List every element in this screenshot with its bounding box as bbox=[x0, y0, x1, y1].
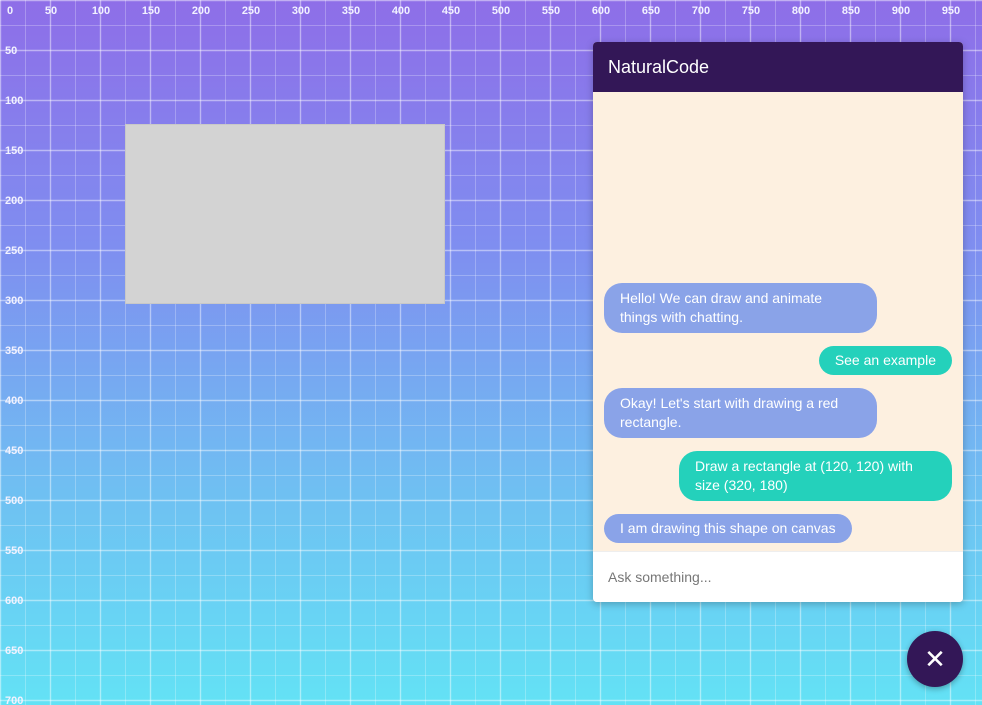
x-axis-tick-label: 0 bbox=[7, 5, 13, 17]
y-axis-tick-label: 550 bbox=[5, 545, 23, 557]
x-axis-tick-label: 200 bbox=[192, 5, 210, 17]
x-axis-tick-label: 800 bbox=[792, 5, 810, 17]
y-axis-tick-label: 100 bbox=[5, 95, 23, 107]
x-axis-tick-label: 500 bbox=[492, 5, 510, 17]
y-axis-tick-label: 600 bbox=[5, 595, 23, 607]
y-axis-tick-label: 150 bbox=[5, 145, 23, 157]
user-message: See an example bbox=[818, 346, 952, 375]
y-axis-tick-label: 200 bbox=[5, 195, 23, 207]
x-axis-tick-label: 300 bbox=[292, 5, 310, 17]
x-axis-tick-label: 950 bbox=[942, 5, 960, 17]
bot-message: I am drawing this shape on canvas bbox=[604, 514, 852, 543]
y-axis-tick-label: 250 bbox=[5, 245, 23, 257]
x-axis-tick-label: 650 bbox=[642, 5, 660, 17]
chat-header: NaturalCode bbox=[593, 42, 963, 92]
y-axis-tick-label: 450 bbox=[5, 445, 23, 457]
drawn-rectangle bbox=[125, 124, 445, 304]
message-list: Hello! We can draw and animate things wi… bbox=[593, 92, 963, 552]
x-axis-tick-label: 600 bbox=[592, 5, 610, 17]
y-axis-tick-label: 500 bbox=[5, 495, 23, 507]
user-message: Draw a rectangle at (120, 120) with size… bbox=[679, 451, 952, 501]
y-axis-tick-label: 650 bbox=[5, 645, 23, 657]
bot-message: Hello! We can draw and animate things wi… bbox=[604, 283, 877, 333]
chat-panel: NaturalCode Hello! We can draw and anima… bbox=[593, 42, 963, 602]
y-axis-tick-label: 300 bbox=[5, 295, 23, 307]
chat-input-bar bbox=[593, 551, 963, 602]
x-axis-tick-label: 900 bbox=[892, 5, 910, 17]
x-axis-tick-label: 50 bbox=[45, 5, 57, 17]
x-axis-tick-label: 750 bbox=[742, 5, 760, 17]
y-axis-tick-label: 400 bbox=[5, 395, 23, 407]
x-axis-tick-label: 550 bbox=[542, 5, 560, 17]
chat-title: NaturalCode bbox=[608, 56, 710, 77]
chat-input[interactable] bbox=[593, 552, 963, 602]
y-axis-tick-label: 700 bbox=[5, 695, 23, 705]
x-axis-tick-label: 850 bbox=[842, 5, 860, 17]
x-axis-tick-label: 350 bbox=[342, 5, 360, 17]
x-axis-tick-label: 400 bbox=[392, 5, 410, 17]
close-chat-button[interactable]: ✕ bbox=[907, 631, 963, 687]
bot-message: Okay! Let's start with drawing a red rec… bbox=[604, 388, 877, 438]
x-axis-tick-label: 100 bbox=[92, 5, 110, 17]
close-icon: ✕ bbox=[924, 643, 946, 674]
x-axis-tick-label: 150 bbox=[142, 5, 160, 17]
y-axis-tick-label: 50 bbox=[5, 45, 17, 57]
x-axis-tick-label: 250 bbox=[242, 5, 260, 17]
x-axis-tick-label: 700 bbox=[692, 5, 710, 17]
x-axis-tick-label: 450 bbox=[442, 5, 460, 17]
y-axis-tick-label: 350 bbox=[5, 345, 23, 357]
